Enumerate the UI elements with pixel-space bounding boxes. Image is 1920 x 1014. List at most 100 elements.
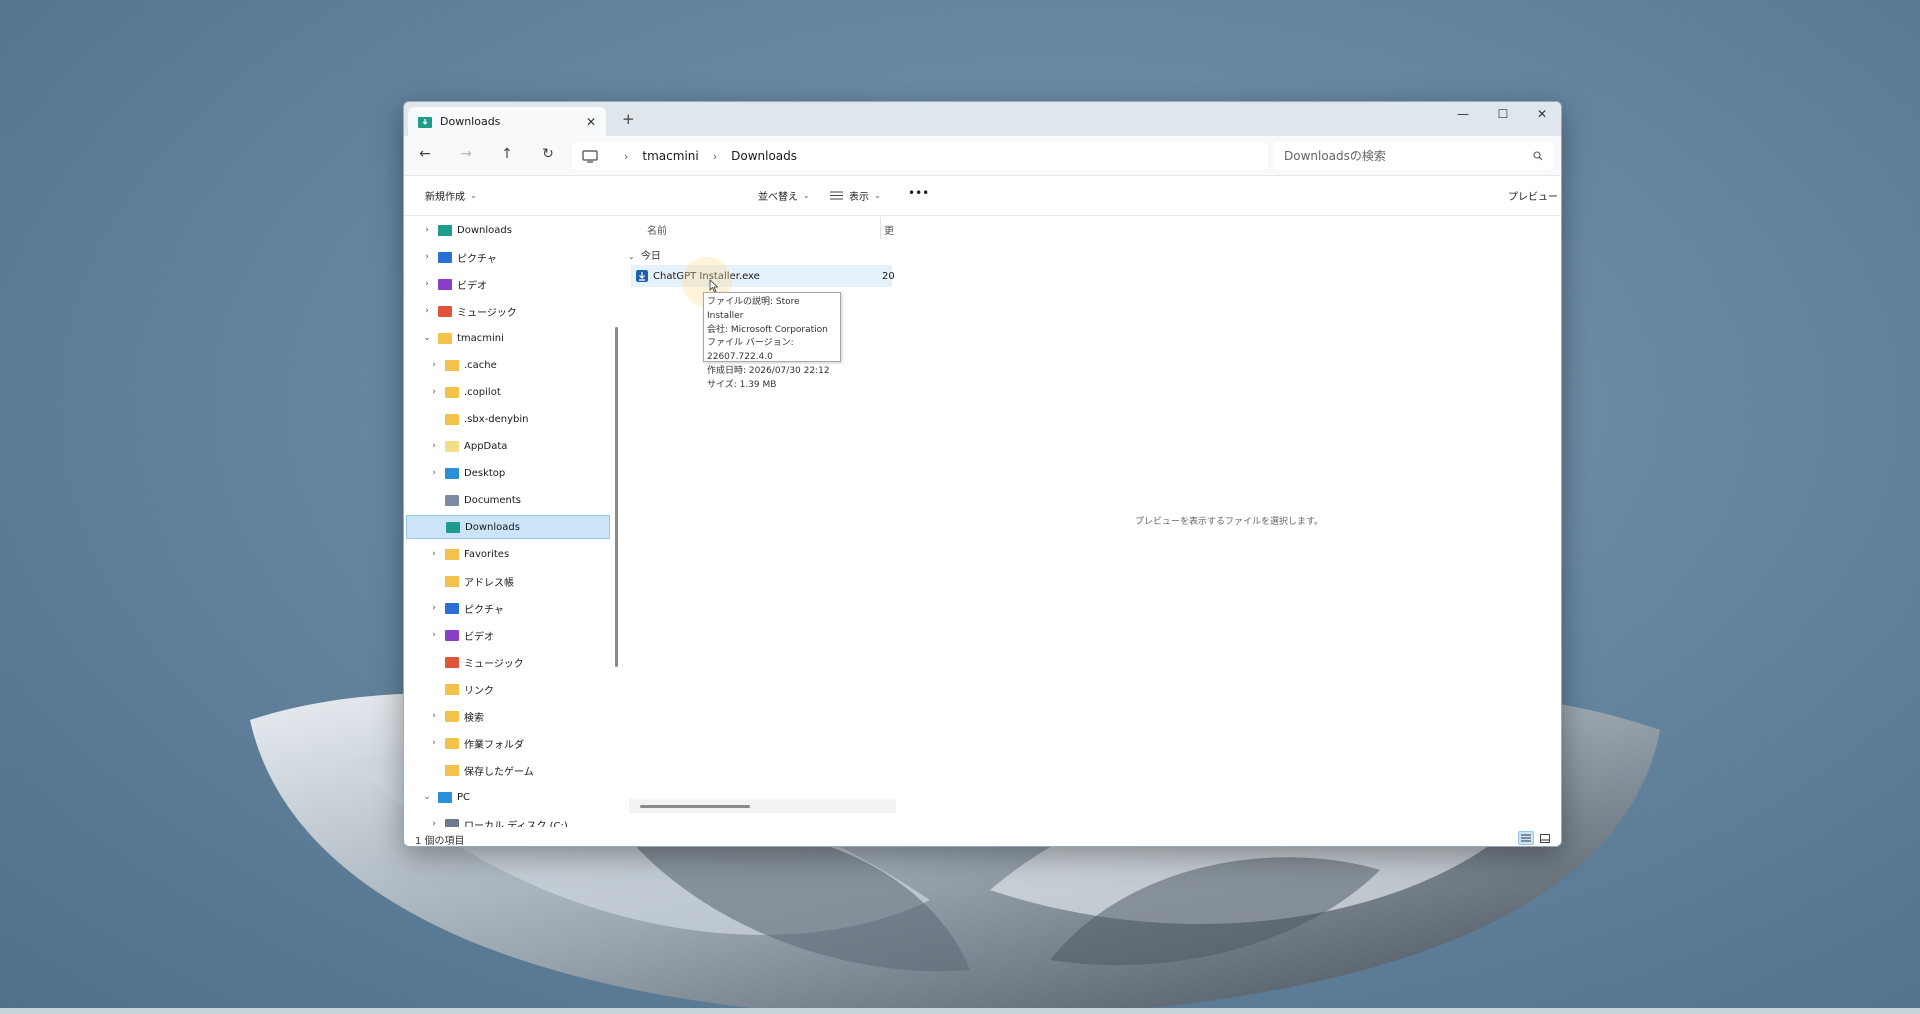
sidebar-item[interactable]: › ビデオ (404, 623, 612, 647)
folder-icon (445, 494, 459, 506)
folder-icon (445, 710, 459, 722)
preview-pane: プレビューを表示するファイルを選択します。 (896, 217, 1561, 827)
sidebar-item-label: .copilot (464, 386, 501, 398)
chevron-right-icon: › (624, 149, 629, 163)
column-header-name[interactable]: 名前 (647, 222, 667, 237)
chevron-right-icon[interactable]: › (427, 738, 441, 748)
sidebar-item-label: Downloads (465, 521, 520, 533)
chevron-right-icon[interactable]: › (427, 387, 441, 397)
chevron-down-icon[interactable]: ⌄ (420, 333, 434, 343)
chevron-right-icon[interactable]: › (427, 549, 441, 559)
chevron-right-icon[interactable]: › (427, 468, 441, 478)
more-options-button[interactable]: ••• (908, 186, 929, 200)
tab-close-icon[interactable]: ✕ (586, 115, 596, 129)
folder-icon (445, 548, 459, 560)
item-count: 1 個の項目 (415, 836, 465, 847)
sidebar-item[interactable]: › 検索 (404, 704, 612, 728)
command-bar: 新規作成 ⌄ 並べ替え ⌄ 表示 ⌄ ••• プレビュー (404, 176, 1561, 216)
folder-icon (438, 791, 452, 803)
sidebar-item[interactable]: リンク (404, 677, 612, 701)
file-row[interactable]: ChatGPT Installer.exe 20 (631, 265, 895, 287)
sidebar-item[interactable]: › .copilot (404, 380, 612, 404)
sidebar-item-label: 保存したゲーム (464, 766, 534, 778)
search-icon[interactable] (1533, 151, 1543, 161)
sidebar-item[interactable]: › AppData (404, 434, 612, 458)
sidebar-item[interactable]: › ピクチャ (404, 596, 612, 620)
tooltip-created: 作成日時: 2026/07/30 22:12 (707, 365, 830, 376)
sidebar-item[interactable]: ⌄ PC (404, 785, 612, 809)
chevron-right-icon[interactable]: › (420, 306, 434, 316)
sidebar-item[interactable]: 保存したゲーム (404, 758, 612, 782)
chevron-right-icon[interactable]: › (420, 279, 434, 289)
sidebar-item[interactable]: › Favorites (404, 542, 612, 566)
chevron-right-icon[interactable]: › (427, 630, 441, 640)
sidebar-item[interactable]: ミュージック (404, 650, 612, 674)
chevron-right-icon[interactable]: › (427, 819, 441, 827)
column-divider[interactable] (880, 217, 881, 239)
list-view-icon (830, 191, 843, 200)
sidebar-item-label: アドレス帳 (464, 577, 514, 589)
chevron-right-icon[interactable]: › (427, 360, 441, 370)
tooltip-description: ファイルの説明: Store Installer (707, 297, 800, 321)
sidebar-item[interactable]: アドレス帳 (404, 569, 612, 593)
navigation-bar: ← → ↑ ↻ › tmacmini › Downloads (404, 136, 1561, 176)
breadcrumb-downloads[interactable]: Downloads (731, 149, 797, 163)
chevron-down-icon: ⌄ (803, 191, 810, 200)
chevron-right-icon[interactable]: › (420, 225, 434, 235)
sidebar-item[interactable]: › ミュージック (404, 299, 612, 323)
sidebar-item[interactable]: › .cache (404, 353, 612, 377)
folder-icon (445, 467, 459, 479)
sidebar-item-label: ローカル ディスク (C:) (464, 820, 568, 828)
column-header-date[interactable]: 更 (884, 222, 894, 237)
minimize-button[interactable]: — (1444, 102, 1482, 126)
chevron-down-icon: ⌄ (628, 252, 635, 261)
sidebar-item-label: PC (457, 791, 471, 803)
breadcrumb-tmacmini[interactable]: tmacmini (642, 149, 698, 163)
maximize-button[interactable]: ☐ (1484, 102, 1522, 126)
sidebar-item[interactable]: Documents (404, 488, 612, 512)
downloads-folder-icon (418, 116, 432, 128)
chevron-right-icon[interactable]: › (427, 441, 441, 451)
new-tab-button[interactable]: + (622, 110, 635, 128)
chevron-right-icon[interactable]: › (420, 252, 434, 262)
new-button[interactable]: 新規作成 ⌄ (425, 188, 477, 203)
tab-downloads[interactable]: Downloads ✕ (408, 107, 606, 136)
status-bar: 1 個の項目 (404, 828, 1561, 847)
sidebar-item-label: ピクチャ (464, 604, 504, 616)
details-view-icon (1521, 834, 1531, 842)
folder-icon (445, 575, 459, 587)
sidebar-item[interactable]: › ローカル ディスク (C:) (404, 812, 612, 827)
group-header-today[interactable]: ⌄ 今日 (628, 247, 661, 262)
folder-icon (438, 305, 452, 317)
address-bar[interactable]: › tmacmini › Downloads (572, 142, 1268, 170)
sidebar-item[interactable]: › Downloads (404, 218, 612, 242)
sidebar-item[interactable]: Downloads (406, 515, 610, 539)
chevron-down-icon[interactable]: ⌄ (420, 792, 434, 802)
search-input[interactable] (1284, 149, 1533, 163)
sidebar-item[interactable]: › ピクチャ (404, 245, 612, 269)
navigation-pane-scrollbar[interactable] (615, 327, 618, 667)
preview-pane-button[interactable]: プレビュー (1508, 188, 1558, 203)
refresh-button[interactable]: ↻ (537, 146, 559, 166)
view-button[interactable]: 表示 ⌄ (830, 188, 881, 203)
horizontal-scrollbar[interactable] (640, 805, 750, 808)
sidebar-item[interactable]: ⌄ tmacmini (404, 326, 612, 350)
sidebar-item[interactable]: › 作業フォルダ (404, 731, 612, 755)
chevron-right-icon[interactable]: › (427, 711, 441, 721)
back-button[interactable]: ← (414, 146, 436, 166)
sidebar-item-label: Downloads (457, 224, 512, 236)
forward-button[interactable]: → (455, 146, 477, 166)
sidebar-item[interactable]: › Desktop (404, 461, 612, 485)
sidebar-item[interactable]: › ビデオ (404, 272, 612, 296)
chevron-right-icon[interactable]: › (427, 603, 441, 613)
sidebar-item-label: ミュージック (457, 307, 517, 319)
details-view-button[interactable] (1518, 831, 1534, 845)
folder-icon (438, 224, 452, 236)
folder-icon (438, 332, 452, 344)
sidebar-item[interactable]: .sbx-denybin (404, 407, 612, 431)
tiles-view-button[interactable] (1537, 831, 1553, 845)
file-explorer-window: Downloads ✕ + — ☐ ✕ ← → ↑ ↻ › tmacmini ›… (403, 101, 1562, 847)
up-button[interactable]: ↑ (496, 146, 518, 166)
sort-button[interactable]: 並べ替え ⌄ (758, 188, 810, 203)
close-window-button[interactable]: ✕ (1523, 102, 1561, 126)
